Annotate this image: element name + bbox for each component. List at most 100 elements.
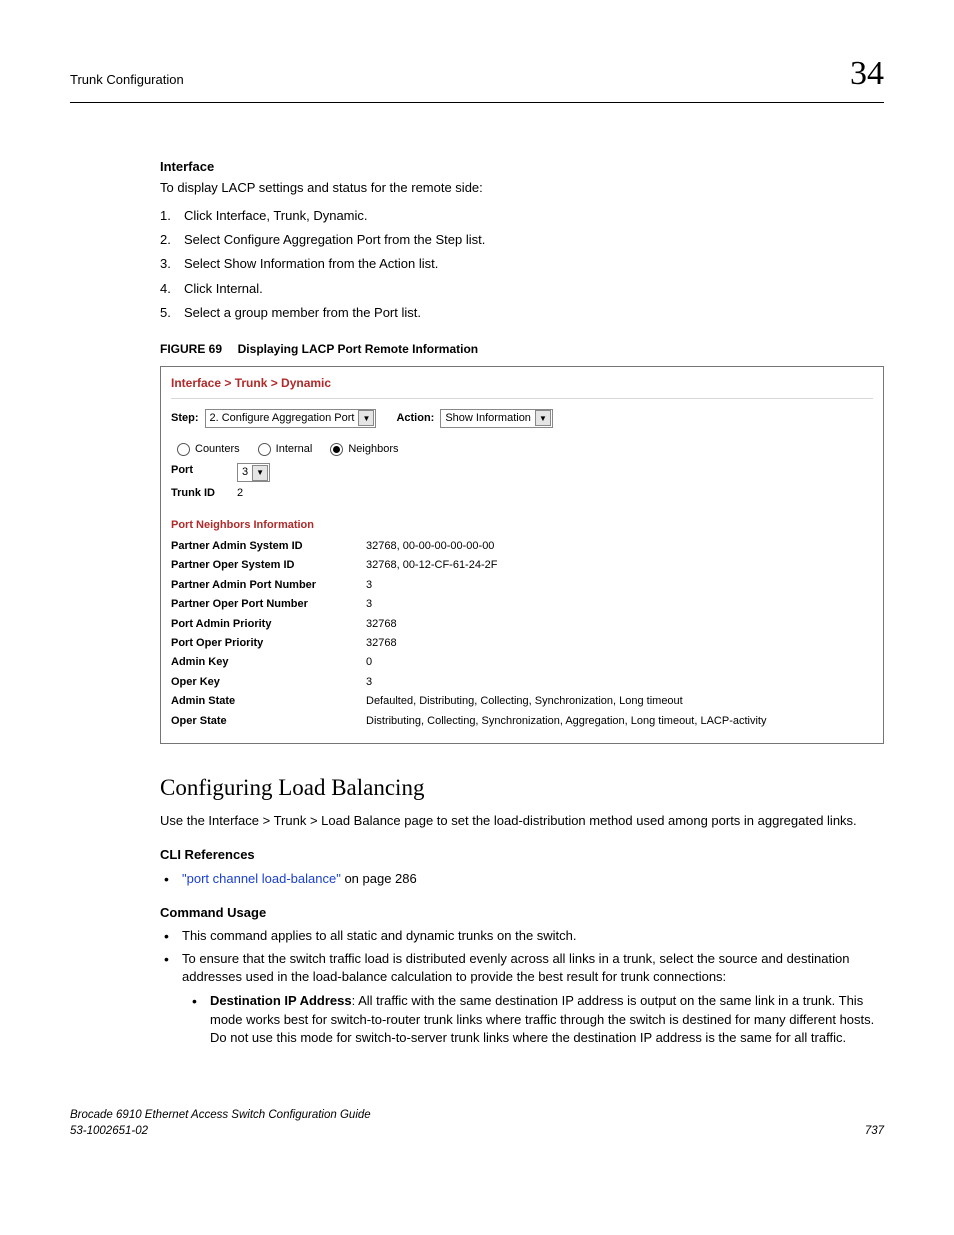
info-val: 3 (366, 675, 372, 690)
cli-reference-item: "port channel load-balance" on page 286 (160, 870, 884, 888)
info-key: Port Oper Priority (171, 636, 366, 651)
page-content: Interface To display LACP settings and s… (160, 158, 884, 1047)
info-row: Port Admin Priority32768 (171, 617, 873, 632)
chapter-number: 34 (850, 50, 884, 98)
radio-icon (177, 443, 190, 456)
chevron-down-icon: ▼ (358, 410, 374, 426)
radio-icon (258, 443, 271, 456)
port-select[interactable]: 3 ▼ (237, 463, 270, 482)
trunk-value: 2 (237, 486, 243, 501)
neighbors-section-title: Port Neighbors Information (171, 518, 873, 533)
info-key: Partner Oper Port Number (171, 597, 366, 612)
info-val: 32768 (366, 636, 397, 651)
info-row: Admin StateDefaulted, Distributing, Coll… (171, 694, 873, 709)
info-row: Port Oper Priority32768 (171, 636, 873, 651)
info-key: Partner Admin System ID (171, 539, 366, 554)
info-val: 32768 (366, 617, 397, 632)
radio-label: Counters (195, 442, 240, 457)
info-val: 3 (366, 578, 372, 593)
action-select[interactable]: Show Information ▼ (440, 409, 553, 428)
usage-subitem: Destination IP Address: All traffic with… (188, 992, 884, 1047)
command-usage-list: This command applies to all static and d… (160, 927, 884, 1047)
info-val: 3 (366, 597, 372, 612)
step-text: Select Configure Aggregation Port from t… (184, 232, 485, 247)
chevron-down-icon: ▼ (252, 465, 268, 481)
step-select[interactable]: 2. Configure Aggregation Port ▼ (205, 409, 377, 428)
step-text: Select a group member from the Port list… (184, 305, 421, 320)
step-item: 1.Click Interface, Trunk, Dynamic. (160, 207, 884, 225)
running-title: Trunk Configuration (70, 71, 184, 89)
info-key: Oper State (171, 714, 366, 729)
footer-doc-id: 53-1002651-02 (70, 1123, 371, 1139)
action-label: Action: (396, 411, 434, 426)
info-row: Partner Oper Port Number3 (171, 597, 873, 612)
radio-label: Internal (276, 442, 313, 457)
info-key: Admin State (171, 694, 366, 709)
interface-heading: Interface (160, 158, 884, 176)
info-row: Partner Oper System ID32768, 00-12-CF-61… (171, 558, 873, 573)
step-label: Step: (171, 411, 199, 426)
info-row: Partner Admin System ID32768, 00-00-00-0… (171, 539, 873, 554)
info-val: 0 (366, 655, 372, 670)
radio-row: Counters Internal Neighbors (171, 442, 873, 457)
action-select-value: Show Information (445, 411, 531, 426)
info-key: Port Admin Priority (171, 617, 366, 632)
step-text: Click Interface, Trunk, Dynamic. (184, 208, 368, 223)
breadcrumb: Interface > Trunk > Dynamic (171, 375, 873, 399)
info-val: 32768, 00-00-00-00-00-00 (366, 539, 494, 554)
step-item: 2.Select Configure Aggregation Port from… (160, 231, 884, 249)
usage-text: This command applies to all static and d… (182, 928, 577, 943)
chevron-down-icon: ▼ (535, 410, 551, 426)
usage-text: To ensure that the switch traffic load i… (182, 951, 849, 984)
step-item: 3.Select Show Information from the Actio… (160, 255, 884, 273)
trunk-row: Trunk ID 2 (171, 486, 873, 501)
port-label: Port (171, 463, 237, 482)
radio-internal[interactable]: Internal (258, 442, 313, 457)
step-item: 4.Click Internal. (160, 280, 884, 298)
step-action-row: Step: 2. Configure Aggregation Port ▼ Ac… (171, 409, 873, 428)
footer-left: Brocade 6910 Ethernet Access Switch Conf… (70, 1107, 371, 1139)
info-key: Oper Key (171, 675, 366, 690)
footer-doc-title: Brocade 6910 Ethernet Access Switch Conf… (70, 1107, 371, 1123)
usage-sublist: Destination IP Address: All traffic with… (182, 992, 884, 1047)
usage-item: To ensure that the switch traffic load i… (160, 950, 884, 1047)
page-footer: Brocade 6910 Ethernet Access Switch Conf… (70, 1107, 884, 1139)
usage-subitem-label: Destination IP Address (210, 993, 352, 1008)
cli-reference-suffix: on page 286 (341, 871, 417, 886)
cli-references-list: "port channel load-balance" on page 286 (160, 870, 884, 888)
info-key: Admin Key (171, 655, 366, 670)
figure-label: FIGURE 69 (160, 342, 222, 356)
radio-label: Neighbors (348, 442, 398, 457)
radio-neighbors[interactable]: Neighbors (330, 442, 398, 457)
info-key: Partner Oper System ID (171, 558, 366, 573)
port-row: Port 3 ▼ (171, 463, 873, 482)
step-item: 5.Select a group member from the Port li… (160, 304, 884, 322)
info-val: 32768, 00-12-CF-61-24-2F (366, 558, 497, 573)
embedded-screenshot: Interface > Trunk > Dynamic Step: 2. Con… (160, 366, 884, 744)
info-row: Admin Key0 (171, 655, 873, 670)
figure-title: Displaying LACP Port Remote Information (238, 342, 478, 356)
step-text: Click Internal. (184, 281, 263, 296)
info-row: Oper StateDistributing, Collecting, Sync… (171, 714, 873, 729)
interface-intro: To display LACP settings and status for … (160, 179, 884, 197)
step-text: Select Show Information from the Action … (184, 256, 438, 271)
section-heading-load-balancing: Configuring Load Balancing (160, 772, 884, 804)
load-balancing-intro: Use the Interface > Trunk > Load Balance… (160, 812, 884, 830)
footer-page-number: 737 (865, 1123, 884, 1139)
info-val: Distributing, Collecting, Synchronizatio… (366, 714, 767, 729)
trunk-label: Trunk ID (171, 486, 237, 501)
port-select-value: 3 (242, 465, 248, 480)
radio-icon (330, 443, 343, 456)
cli-reference-link[interactable]: "port channel load-balance" (182, 871, 341, 886)
interface-steps: 1.Click Interface, Trunk, Dynamic. 2.Sel… (160, 207, 884, 322)
step-select-value: 2. Configure Aggregation Port (210, 411, 355, 426)
radio-counters[interactable]: Counters (177, 442, 240, 457)
command-usage-heading: Command Usage (160, 904, 884, 922)
info-row: Partner Admin Port Number3 (171, 578, 873, 593)
usage-item: This command applies to all static and d… (160, 927, 884, 945)
page-header: Trunk Configuration 34 (70, 50, 884, 103)
info-key: Partner Admin Port Number (171, 578, 366, 593)
info-val: Defaulted, Distributing, Collecting, Syn… (366, 694, 683, 709)
figure-caption: FIGURE 69 Displaying LACP Port Remote In… (160, 340, 884, 358)
cli-references-heading: CLI References (160, 846, 884, 864)
